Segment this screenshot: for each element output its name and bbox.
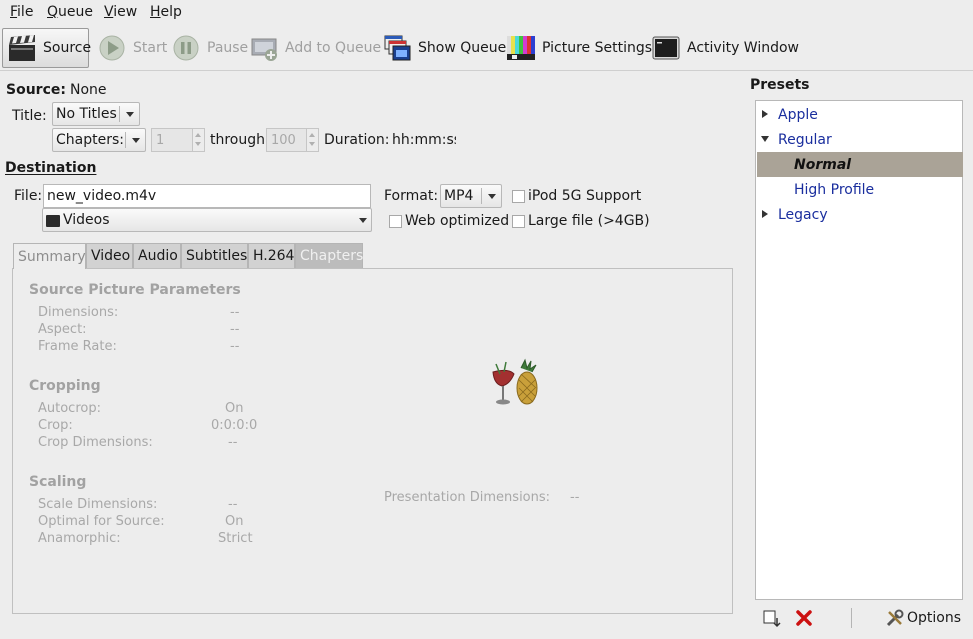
- dimensions-value: --: [230, 305, 240, 320]
- file-name-input[interactable]: new_video.m4v: [43, 184, 371, 208]
- color-bars-icon: [506, 33, 536, 63]
- arrow-down-icon: [195, 142, 201, 146]
- dimensions-label: Dimensions:: [38, 305, 119, 320]
- scaling-title: Scaling: [29, 474, 87, 490]
- format-combo[interactable]: MP4: [440, 184, 502, 208]
- tab-h264[interactable]: H.264: [248, 243, 295, 268]
- chevron-down-icon: [126, 112, 134, 117]
- scale-dimensions-value: --: [228, 497, 238, 512]
- expander-collapsed-icon[interactable]: [762, 110, 768, 118]
- preset-group-regular[interactable]: Regular: [757, 127, 963, 152]
- anamorphic-value: Strict: [218, 531, 253, 546]
- queue-windows-icon: [382, 33, 412, 63]
- large-file-checkbox[interactable]: [512, 215, 525, 228]
- menu-queue[interactable]: Queue: [47, 4, 93, 20]
- optimal-for-source-label: Optimal for Source:: [38, 514, 165, 529]
- crop-dimensions-value: --: [228, 435, 238, 450]
- ipod-5g-label: iPod 5G Support: [528, 188, 642, 204]
- large-file-label: Large file (>4GB): [528, 213, 650, 229]
- anamorphic-label: Anamorphic:: [38, 531, 121, 546]
- frame-rate-value: --: [230, 339, 240, 354]
- pineapple-cocktail-logo-icon: [488, 358, 542, 410]
- preset-high-profile[interactable]: High Profile: [757, 177, 963, 202]
- tab-summary[interactable]: Summary: [13, 243, 86, 269]
- crop-dimensions-label: Crop Dimensions:: [38, 435, 153, 450]
- expander-expanded-icon[interactable]: [761, 136, 769, 142]
- frame-rate-label: Frame Rate:: [38, 339, 117, 354]
- cropping-title: Cropping: [29, 378, 101, 394]
- aspect-label: Aspect:: [38, 322, 87, 337]
- add-preset-icon[interactable]: [763, 609, 783, 629]
- title-label: Title:: [12, 108, 47, 124]
- presentation-dimensions-value: --: [570, 490, 580, 505]
- add-to-queue-icon: [249, 33, 279, 63]
- destination-folder-combo[interactable]: Videos: [42, 208, 372, 232]
- crop-label: Crop:: [38, 418, 73, 433]
- activity-window-button[interactable]: Activity Window: [647, 28, 803, 68]
- pause-button[interactable]: Pause: [167, 28, 252, 68]
- chapter-start-spin[interactable]: 1: [151, 128, 205, 152]
- tab-audio[interactable]: Audio: [133, 243, 181, 268]
- format-label: Format:: [384, 188, 439, 204]
- scale-dimensions-label: Scale Dimensions:: [38, 497, 158, 512]
- optimal-for-source-value: On: [225, 514, 244, 529]
- picture-settings-button[interactable]: Picture Settings: [502, 28, 656, 68]
- add-to-queue-button[interactable]: Add to Queue: [245, 28, 385, 68]
- tab-subtitles[interactable]: Subtitles: [181, 243, 248, 268]
- presets-heading: Presets: [750, 77, 810, 93]
- source-value: None: [70, 82, 107, 98]
- tools-icon: [885, 608, 905, 628]
- play-icon: [97, 33, 127, 63]
- toolbar: Source Start Pause Add to Queue Show Que…: [0, 26, 973, 71]
- through-label: through: [210, 132, 266, 148]
- options-button[interactable]: Options: [885, 607, 961, 629]
- presets-toolbar: Options: [755, 602, 965, 634]
- tab-chapters[interactable]: Chapters: [295, 243, 363, 268]
- chapters-combo[interactable]: Chapters:: [52, 128, 146, 152]
- chevron-down-icon: [359, 218, 367, 223]
- arrow-up-icon: [309, 133, 315, 137]
- chapter-end-spin[interactable]: 100: [266, 128, 319, 152]
- preset-group-legacy[interactable]: Legacy: [757, 202, 963, 227]
- duration-value: hh:mm:ss: [392, 132, 456, 148]
- expander-collapsed-icon[interactable]: [762, 210, 768, 218]
- crop-value: 0:0:0:0: [211, 418, 258, 433]
- web-optimized-label: Web optimized: [405, 213, 510, 229]
- chevron-down-icon: [132, 138, 140, 143]
- presentation-dimensions-label: Presentation Dimensions:: [384, 490, 551, 505]
- tab-video[interactable]: Video: [86, 243, 133, 268]
- source-picture-params-title: Source Picture Parameters: [29, 282, 241, 298]
- menu-file[interactable]: File: [10, 4, 33, 20]
- pause-icon: [171, 33, 201, 63]
- destination-heading: Destination: [5, 160, 97, 176]
- arrow-up-icon: [195, 133, 201, 137]
- title-combo[interactable]: No Titles: [52, 102, 140, 126]
- source-button[interactable]: Source: [2, 28, 91, 68]
- preset-normal[interactable]: Normal: [757, 152, 963, 177]
- chevron-down-icon: [488, 194, 496, 199]
- menu-help[interactable]: Help: [150, 4, 182, 20]
- file-label: File:: [14, 188, 43, 204]
- aspect-value: --: [230, 322, 240, 337]
- start-button[interactable]: Start: [93, 28, 171, 68]
- autocrop-label: Autocrop:: [38, 401, 101, 416]
- folder-icon: [46, 214, 60, 227]
- presets-tree: Apple Regular Normal High Profile Legacy: [755, 100, 963, 600]
- remove-preset-icon[interactable]: [795, 609, 813, 627]
- autocrop-value: On: [225, 401, 244, 416]
- menu-bar: File Queue View Help: [0, 0, 973, 26]
- arrow-down-icon: [309, 142, 315, 146]
- terminal-icon: [651, 33, 681, 63]
- duration-label: Duration:: [324, 132, 390, 148]
- ipod-5g-checkbox[interactable]: [512, 190, 525, 203]
- show-queue-button[interactable]: Show Queue: [378, 28, 510, 68]
- web-optimized-checkbox[interactable]: [389, 215, 402, 228]
- toolbar-separator: [851, 608, 852, 628]
- source-label: Source:: [6, 82, 66, 98]
- menu-view[interactable]: View: [104, 4, 137, 20]
- clapperboard-icon: [7, 33, 37, 63]
- preset-group-apple[interactable]: Apple: [757, 102, 963, 127]
